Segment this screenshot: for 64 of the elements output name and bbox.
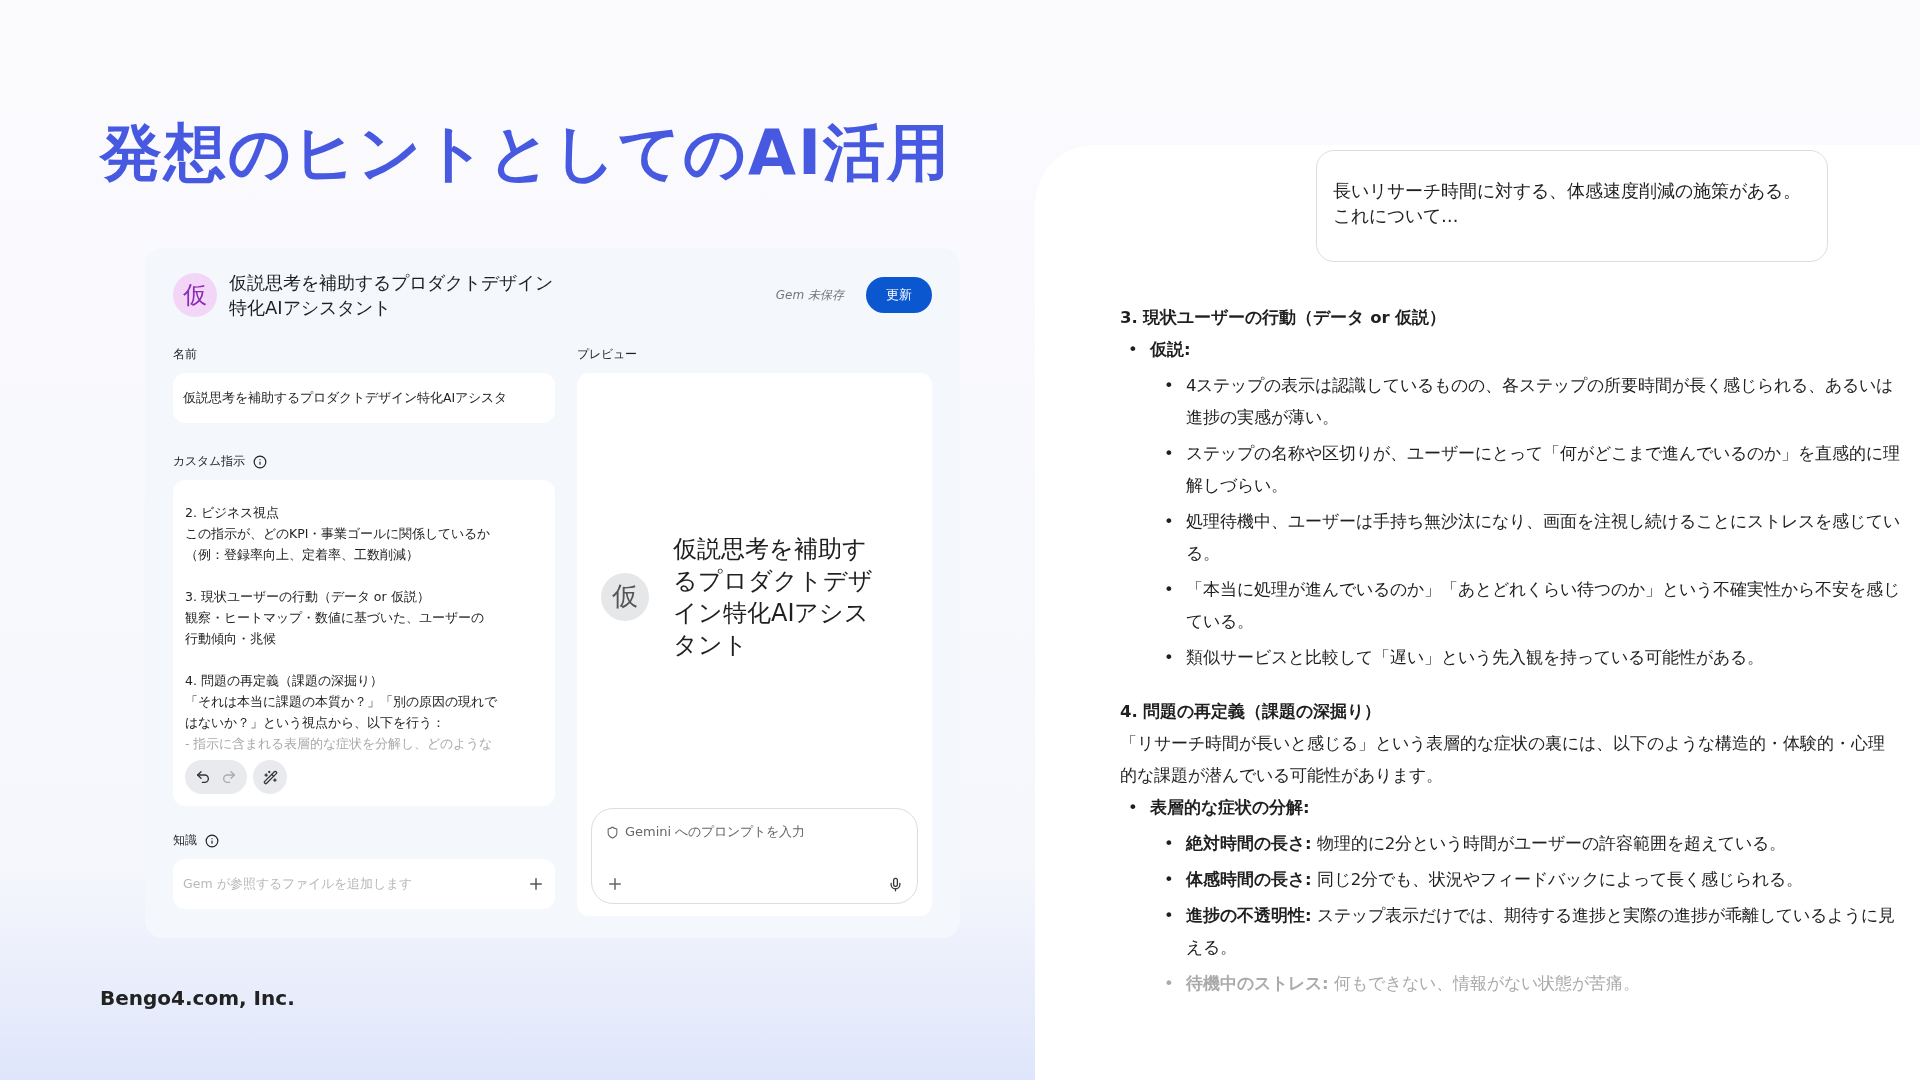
prompt-field[interactable]: Gemini へのプロンプトを入力 <box>591 808 918 904</box>
bullet-marker: • <box>1164 443 1175 465</box>
slide-title: 発想のヒントとしてのAI活用 <box>100 115 953 191</box>
bullet-marker: • <box>1164 647 1175 669</box>
name-field[interactable]: 仮説思考を補助するプロダクトデザイン特化AIアシスタ <box>173 373 555 423</box>
user-prompt-bubble: 長いリサーチ時間に対する、体感速度削減の施策がある。これについて… <box>1316 150 1828 262</box>
instruction-line: 2. ビジネス視点 <box>185 504 280 522</box>
preview-avatar: 仮 <box>601 572 649 621</box>
response-heading: 3. 現状ユーザーの行動（データ or 仮説） <box>1120 307 1448 329</box>
instruction-line: 3. 現状ユーザーの行動（データ or 仮説） <box>185 588 431 606</box>
bullet-marker: • <box>1164 579 1175 601</box>
info-icon[interactable] <box>253 454 267 469</box>
bullet-text: 絶対時間の長さ: 物理的に2分という時間がユーザーの許容範囲を超えている。 <box>1186 833 1787 855</box>
bullet-text: 「本当に処理が進んでいるのか」「あとどれくらい待つのか」という不確実性から不安を感じている。 <box>1186 579 1900 633</box>
instruction-line: 4. 問題の再定義（課題の深掘り） <box>185 672 384 690</box>
company-name: Bengo4.com, Inc. <box>100 986 296 1010</box>
response-heading: 4. 問題の再定義（課題の深掘り） <box>1120 701 1383 723</box>
knowledge-placeholder: Gem が参照するファイルを追加します <box>183 875 412 893</box>
magic-edit-button[interactable] <box>253 760 287 794</box>
instruction-line: はないか？」という視点から、以下を行う： <box>185 714 446 732</box>
bullet-text: ステップの名称や区切りが、ユーザーにとって「何がどこまで進んでいるのか」を直感的に理解しづらい。 <box>1186 443 1900 497</box>
gem-avatar: 仮 <box>173 273 217 317</box>
bullet-marker: • <box>1128 797 1139 819</box>
shield-icon <box>606 825 619 839</box>
instruction-line: 観察・ヒートマップ・数値に基づいた、ユーザーの <box>185 609 485 627</box>
instruction-line: 「それは本当に課題の本質か？」「別の原因の現れで <box>185 693 498 711</box>
bullet-marker: • <box>1164 511 1175 533</box>
field-label: プレビュー <box>577 346 637 363</box>
gem-title: 仮説思考を補助するプロダクトデザイン特化AIアシスタント <box>229 271 554 320</box>
instruction-line: この指示が、どのKPI・事業ゴールに関係しているか <box>185 525 492 543</box>
instruction-line: 行動傾向・兆候 <box>185 630 277 648</box>
bullet-marker: • <box>1164 833 1175 855</box>
bullet-marker: • <box>1164 973 1175 995</box>
bullet-text: 進捗の不透明性: ステップ表示だけでは、期待する進捗と実際の進捗が乖離しているように見える。 <box>1186 905 1896 959</box>
add-icon[interactable] <box>606 875 624 893</box>
bullet-text: 待機中のストレス: 何もできない、情報がない状態が苦痛。 <box>1186 973 1640 995</box>
bullet-label: 仮説: <box>1150 339 1191 361</box>
response-paragraph: 「リサーチ時間が長いと感じる」という表層的な症状の裏には、以下のような構造的・体験的・心理的な課題が潜んでいる可能性があります。 <box>1120 733 1886 787</box>
update-button[interactable]: 更新 <box>866 277 932 313</box>
instructions-field[interactable]: 2. ビジネス視点 この指示が、どのKPI・事業ゴールに関係しているか （例：登録率向上、定着率、工数削減） 3. 現状ユーザーの行動（データ or 仮説） 観察・ヒートマップ・数値に基づいた、ユーザーの 行動傾向・兆候 4. 問題の再定義（課題の深掘り） 「それは本当に課題の本質か？」「別の原因の現れで はないか？」という視点から、以下を行う： - 指示に含まれる表層的な症状を分解し、どのような <box>173 480 555 806</box>
instruction-line: （例：登録率向上、定着率、工数削減） <box>185 546 420 564</box>
bullet-label: 表層的な症状の分解: <box>1150 797 1310 819</box>
bullet-marker: • <box>1164 905 1175 927</box>
save-status: Gem 未保存 <box>775 286 844 304</box>
preview-title: 仮説思考を補助するプロダクトデザイン特化AIアシスタント <box>673 533 873 661</box>
undo-icon <box>195 769 211 785</box>
field-label: カスタム指示 <box>173 453 245 470</box>
bullet-text: 4ステップの表示は認識しているものの、各ステップの所要時間が長く感じられる、あるいは進捗の実感が薄い。 <box>1186 375 1895 429</box>
wand-icon <box>262 769 278 785</box>
bullet-marker: • <box>1164 375 1175 397</box>
undo-button[interactable] <box>195 769 211 785</box>
bullet-text: 類似サービスと比較して「遅い」という先入観を持っている可能性がある。 <box>1186 647 1764 669</box>
prompt-placeholder: Gemini へのプロンプトを入力 <box>625 823 806 841</box>
instruction-line: - 指示に含まれる表層的な症状を分解し、どのような <box>185 735 494 753</box>
redo-icon <box>221 769 237 785</box>
bullet-text: 処理待機中、ユーザーは手持ち無沙汰になり、画面を注視し続けることにストレスを感じている。 <box>1186 511 1900 565</box>
add-icon[interactable] <box>527 875 545 893</box>
field-label: 知識 <box>173 832 197 849</box>
bullet-marker: • <box>1164 869 1175 891</box>
bullet-text: 体感時間の長さ: 同じ2分でも、状況やフィードバックによって長く感じられる。 <box>1186 869 1804 891</box>
mic-icon[interactable] <box>888 876 903 892</box>
field-label: 名前 <box>173 346 197 363</box>
bullet-marker: • <box>1128 339 1139 361</box>
info-icon[interactable] <box>205 833 219 848</box>
